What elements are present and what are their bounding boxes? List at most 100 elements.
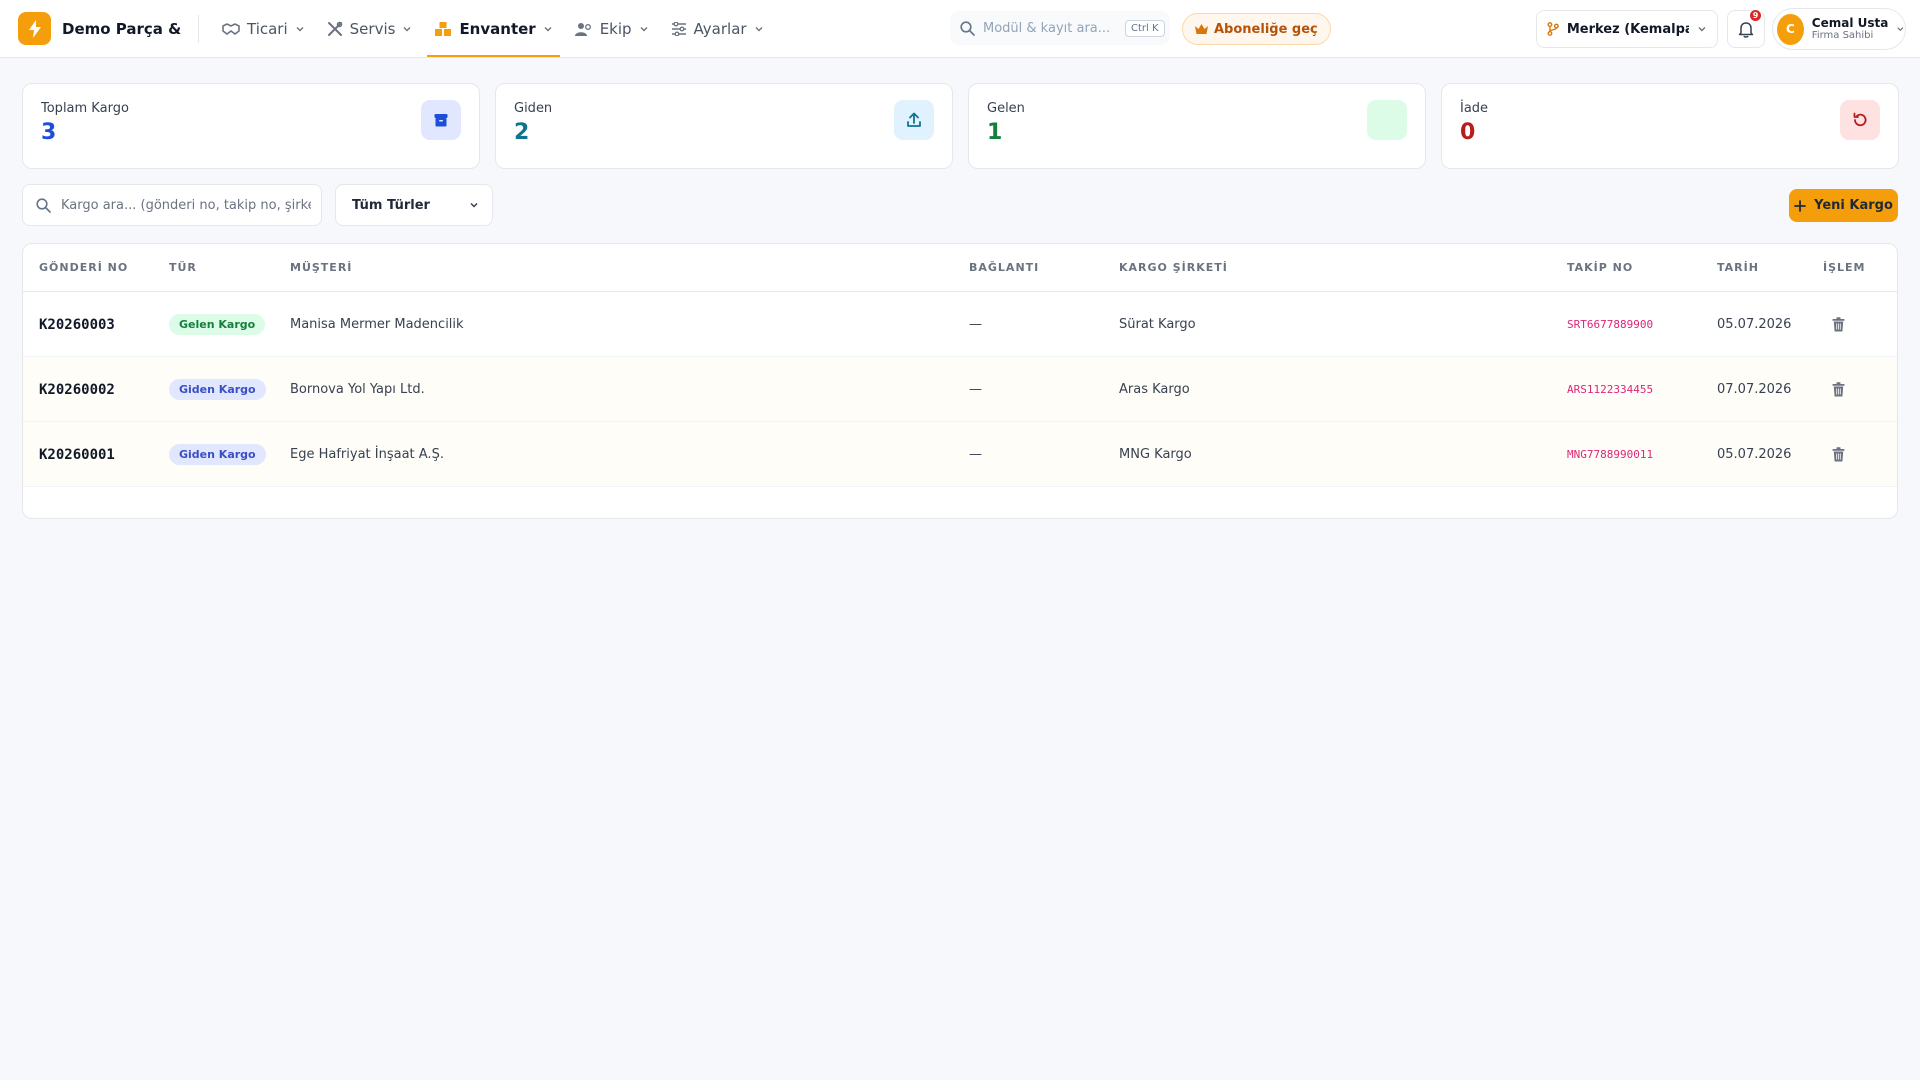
branch-selector[interactable]: Merkez (Kemalpa... — [1536, 10, 1718, 48]
stat-card-incoming: Gelen 1 — [968, 83, 1426, 169]
link-value: — — [969, 447, 982, 462]
trash-icon — [1832, 317, 1845, 332]
customer-name: Bornova Yol Yapı Ltd. — [290, 382, 425, 397]
stat-value: 0 — [1460, 120, 1476, 145]
chevron-down-icon — [1897, 27, 1904, 32]
chevron-down-icon — [1698, 27, 1706, 32]
type-filter-value: Tüm Türler — [352, 197, 430, 213]
branch-label: Merkez (Kemalpa... — [1566, 21, 1689, 37]
link-value: — — [969, 317, 982, 332]
carrier-name: Aras Kargo — [1119, 382, 1190, 397]
undo-icon — [1840, 100, 1880, 140]
users-icon — [574, 22, 591, 36]
nav-ticari[interactable]: Ticari — [215, 0, 312, 57]
column-header[interactable]: MÜŞTERİ — [290, 261, 352, 274]
upgrade-label: Aboneliğe geç — [1214, 21, 1318, 37]
stat-card-total: Toplam Kargo 3 — [22, 83, 480, 169]
tracking-number[interactable]: ARS1122334455 — [1567, 357, 1653, 422]
carrier-name: Sürat Kargo — [1119, 317, 1196, 332]
notifications-button[interactable]: 9 — [1727, 9, 1765, 48]
upgrade-button[interactable]: Aboneliğe geç — [1182, 13, 1331, 45]
nav-ekip[interactable]: Ekip — [568, 0, 656, 57]
stat-label: Toplam Kargo — [41, 101, 129, 116]
stat-value: 2 — [514, 120, 530, 145]
type-cell: Giden Kargo — [169, 357, 266, 422]
chevron-down-icon — [755, 26, 763, 31]
top-bar: Demo Parça & ... Ticari Servis Envanter … — [0, 0, 1920, 58]
user-menu[interactable]: C Cemal Usta Firma Sahibi — [1772, 8, 1906, 50]
stat-card-return: İade 0 — [1441, 83, 1899, 169]
box-icon — [421, 100, 461, 140]
user-name: Cemal Usta — [1811, 15, 1889, 30]
lightning-logo-icon — [18, 12, 51, 45]
type-badge: Gelen Kargo — [169, 314, 266, 335]
column-header[interactable]: TAKİP NO — [1567, 261, 1633, 274]
git-branch-icon — [1547, 22, 1559, 36]
column-header[interactable]: TÜR — [169, 261, 197, 274]
global-search[interactable]: Ctrl K — [950, 11, 1170, 45]
shipment-date: 05.07.2026 — [1717, 447, 1792, 462]
global-search-input[interactable] — [983, 20, 1113, 36]
carrier-name: MNG Kargo — [1119, 447, 1192, 462]
type-filter-select[interactable]: Tüm Türler — [335, 184, 493, 226]
column-header[interactable]: GÖNDERİ NO — [39, 261, 128, 274]
nav-envanter[interactable]: Envanter — [427, 0, 560, 57]
type-badge: Giden Kargo — [169, 379, 266, 400]
stat-label: Gelen — [987, 101, 1025, 116]
new-cargo-button[interactable]: Yeni Kargo — [1789, 189, 1898, 222]
shortcut-hint: Ctrl K — [1125, 19, 1165, 37]
type-badge: Giden Kargo — [169, 444, 266, 465]
avatar: C — [1777, 13, 1804, 45]
column-header[interactable]: TARİH — [1717, 261, 1759, 274]
handshake-icon — [222, 22, 240, 35]
main-nav: Ticari Servis Envanter Ekip Ayarlar — [215, 0, 779, 57]
column-header[interactable]: BAĞLANTI — [969, 261, 1039, 274]
delete-button[interactable] — [1832, 357, 1845, 422]
brand[interactable]: Demo Parça & ... — [0, 0, 187, 57]
divider — [198, 14, 199, 43]
shipment-code: K20260001 — [39, 446, 115, 463]
nav-label: Ticari — [247, 19, 288, 38]
chevron-down-icon — [296, 26, 304, 31]
chevron-down-icon — [403, 26, 411, 31]
new-cargo-label: Yeni Kargo — [1814, 198, 1893, 213]
link-value: — — [969, 382, 982, 397]
cargo-table: GÖNDERİ NO TÜR MÜŞTERİ BAĞLANTI KARGO Şİ… — [22, 243, 1898, 519]
upload-icon — [894, 100, 934, 140]
nav-label: Servis — [349, 19, 396, 38]
trash-icon — [1832, 447, 1845, 462]
tracking-number[interactable]: SRT6677889900 — [1567, 292, 1653, 357]
stat-cards: Toplam Kargo 3 Giden 2 Gelen 1 İade 0 — [22, 83, 1899, 169]
delete-button[interactable] — [1832, 292, 1845, 357]
shipment-date: 05.07.2026 — [1717, 317, 1792, 332]
stat-value: 3 — [41, 120, 57, 145]
table-row[interactable]: K20260002 Giden Kargo Bornova Yol Yapı L… — [23, 357, 1897, 422]
delete-button[interactable] — [1832, 422, 1845, 487]
plus-icon — [1794, 199, 1807, 212]
sliders-icon — [671, 21, 686, 36]
chevron-down-icon — [544, 26, 552, 31]
user-role: Firma Sahibi — [1811, 30, 1874, 42]
nav-label: Envanter — [459, 19, 536, 38]
nav-servis[interactable]: Servis — [320, 0, 420, 57]
column-header[interactable]: KARGO ŞİRKETİ — [1119, 261, 1228, 274]
trash-icon — [1832, 382, 1845, 397]
shipment-date: 07.07.2026 — [1717, 382, 1792, 397]
tracking-number[interactable]: MNG7788990011 — [1567, 422, 1653, 487]
table-row[interactable]: K20260003 Gelen Kargo Manisa Mermer Made… — [23, 292, 1897, 357]
chevron-down-icon — [640, 26, 648, 31]
type-cell: Gelen Kargo — [169, 292, 266, 357]
user-info: Cemal Usta Firma Sahibi — [1812, 16, 1889, 42]
search-icon — [960, 20, 975, 36]
brand-name: Demo Parça & ... — [62, 19, 187, 38]
nav-ayarlar[interactable]: Ayarlar — [664, 0, 771, 57]
stat-card-outgoing: Giden 2 — [495, 83, 953, 169]
chevron-down-icon — [470, 202, 478, 208]
cargo-search-input[interactable] — [61, 197, 311, 213]
boxes-icon — [435, 21, 452, 36]
cargo-search[interactable] — [22, 184, 322, 226]
column-header[interactable]: İŞLEM — [1823, 261, 1866, 274]
shipment-code: K20260003 — [39, 316, 115, 333]
table-row[interactable]: K20260001 Giden Kargo Ege Hafriyat İnşaa… — [23, 422, 1897, 487]
stat-label: İade — [1460, 101, 1489, 116]
